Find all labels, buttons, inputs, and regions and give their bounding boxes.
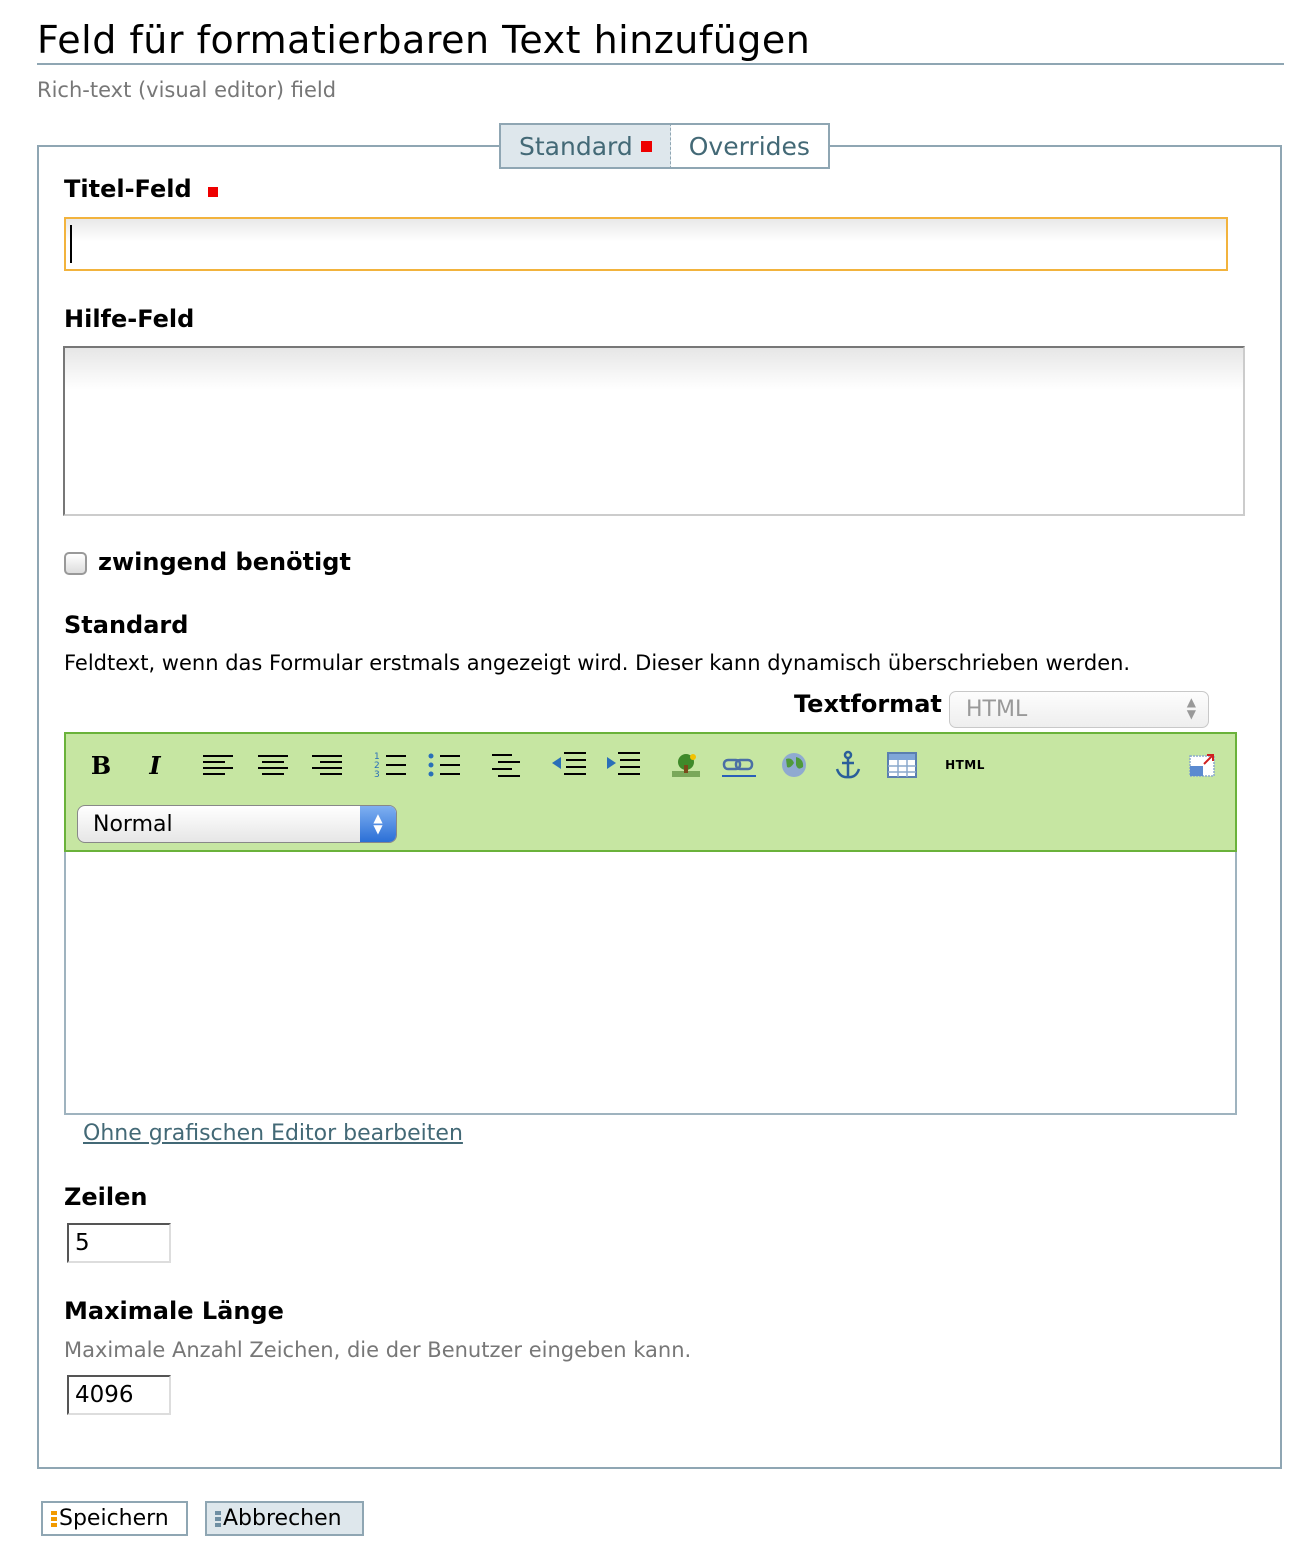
save-button[interactable]: Speichern xyxy=(41,1501,188,1536)
help-field-label: Hilfe-Feld xyxy=(64,305,195,333)
insert-link-button[interactable] xyxy=(722,748,756,782)
insert-table-button[interactable] xyxy=(885,748,919,782)
page-title: Feld für formatierbaren Text hinzufügen xyxy=(37,18,811,62)
image-icon xyxy=(672,754,700,777)
insert-image-button[interactable] xyxy=(669,748,703,782)
outdent-icon xyxy=(552,752,586,775)
title-field-label-text: Titel-Feld xyxy=(64,175,192,203)
align-right-button[interactable] xyxy=(310,748,344,782)
textformat-label: Textformat xyxy=(794,690,942,718)
align-right-icon xyxy=(312,755,342,775)
bold-icon: B xyxy=(90,750,112,780)
default-label: Standard xyxy=(64,611,189,639)
table-icon xyxy=(887,752,917,778)
anchor-icon xyxy=(835,750,861,779)
html-source-icon: HTML xyxy=(945,758,985,772)
fullscreen-icon xyxy=(1189,754,1215,777)
rich-text-editor-area[interactable] xyxy=(64,852,1237,1115)
ordered-list-button[interactable]: 123 xyxy=(373,748,407,782)
edit-without-editor-link[interactable]: Ohne grafischen Editor bearbeiten xyxy=(83,1121,463,1146)
cancel-marker-icon xyxy=(215,1511,221,1528)
select-arrows-icon: ▲ ▼ xyxy=(1186,695,1196,721)
align-center-button[interactable] xyxy=(256,748,290,782)
cancel-button[interactable]: Abbrechen xyxy=(205,1501,364,1536)
fullscreen-button[interactable] xyxy=(1185,748,1219,782)
cancel-button-label: Abbrechen xyxy=(223,1506,342,1531)
save-button-label: Speichern xyxy=(59,1506,169,1531)
tab-overrides-label: Overrides xyxy=(688,131,810,161)
select-arrows-icon: ▲ ▼ xyxy=(360,806,396,842)
indent-icon xyxy=(607,752,640,775)
textformat-value: HTML xyxy=(966,697,1028,722)
anchor-button[interactable] xyxy=(831,748,865,782)
title-divider xyxy=(37,63,1284,65)
text-cursor xyxy=(70,225,72,263)
unordered-list-icon xyxy=(428,753,460,777)
align-left-icon xyxy=(203,755,233,775)
paragraph-style-select[interactable]: Normal ▲ ▼ xyxy=(77,805,397,843)
required-marker-icon xyxy=(208,187,218,197)
default-description: Feldtext, wenn das Formular erstmals ang… xyxy=(64,651,1131,675)
required-checkbox[interactable] xyxy=(64,552,87,575)
html-source-button[interactable]: HTML xyxy=(940,748,990,782)
save-marker-icon xyxy=(51,1511,57,1528)
italic-icon: I xyxy=(149,750,161,780)
rows-label: Zeilen xyxy=(64,1183,148,1211)
max-length-label: Maximale Länge xyxy=(64,1297,284,1325)
help-field-textarea[interactable] xyxy=(63,346,1245,516)
external-link-button[interactable] xyxy=(777,748,811,782)
tab-standard-label: Standard xyxy=(519,131,633,161)
definition-list-icon xyxy=(492,754,520,777)
ordered-list-icon: 123 xyxy=(374,752,406,779)
textformat-select[interactable]: HTML ▲ ▼ xyxy=(949,691,1209,728)
rows-input[interactable]: 5 xyxy=(67,1223,171,1263)
align-left-button[interactable] xyxy=(201,748,235,782)
tab-bar: Standard Overrides xyxy=(499,123,830,169)
italic-button[interactable]: I xyxy=(138,748,172,782)
unordered-list-button[interactable] xyxy=(427,748,461,782)
indent-button[interactable] xyxy=(606,748,640,782)
title-field-label: Titel-Feld xyxy=(64,175,218,203)
outdent-button[interactable] xyxy=(552,748,586,782)
link-icon xyxy=(722,758,756,777)
svg-text:3: 3 xyxy=(374,770,380,779)
paragraph-style-value: Normal xyxy=(93,811,173,837)
tab-overrides[interactable]: Overrides xyxy=(670,123,830,169)
max-length-help: Maximale Anzahl Zeichen, die der Benutze… xyxy=(64,1338,692,1362)
title-field-input[interactable] xyxy=(64,217,1228,271)
page-subtitle: Rich-text (visual editor) field xyxy=(37,78,337,102)
definition-list-button[interactable] xyxy=(490,748,524,782)
bold-button[interactable]: B xyxy=(84,748,118,782)
globe-icon xyxy=(782,753,806,777)
align-center-icon xyxy=(258,755,288,775)
max-length-input[interactable]: 4096 xyxy=(67,1375,171,1415)
required-marker-icon xyxy=(640,140,652,152)
tab-standard[interactable]: Standard xyxy=(499,123,671,169)
required-checkbox-label: zwingend benötigt xyxy=(98,548,351,576)
